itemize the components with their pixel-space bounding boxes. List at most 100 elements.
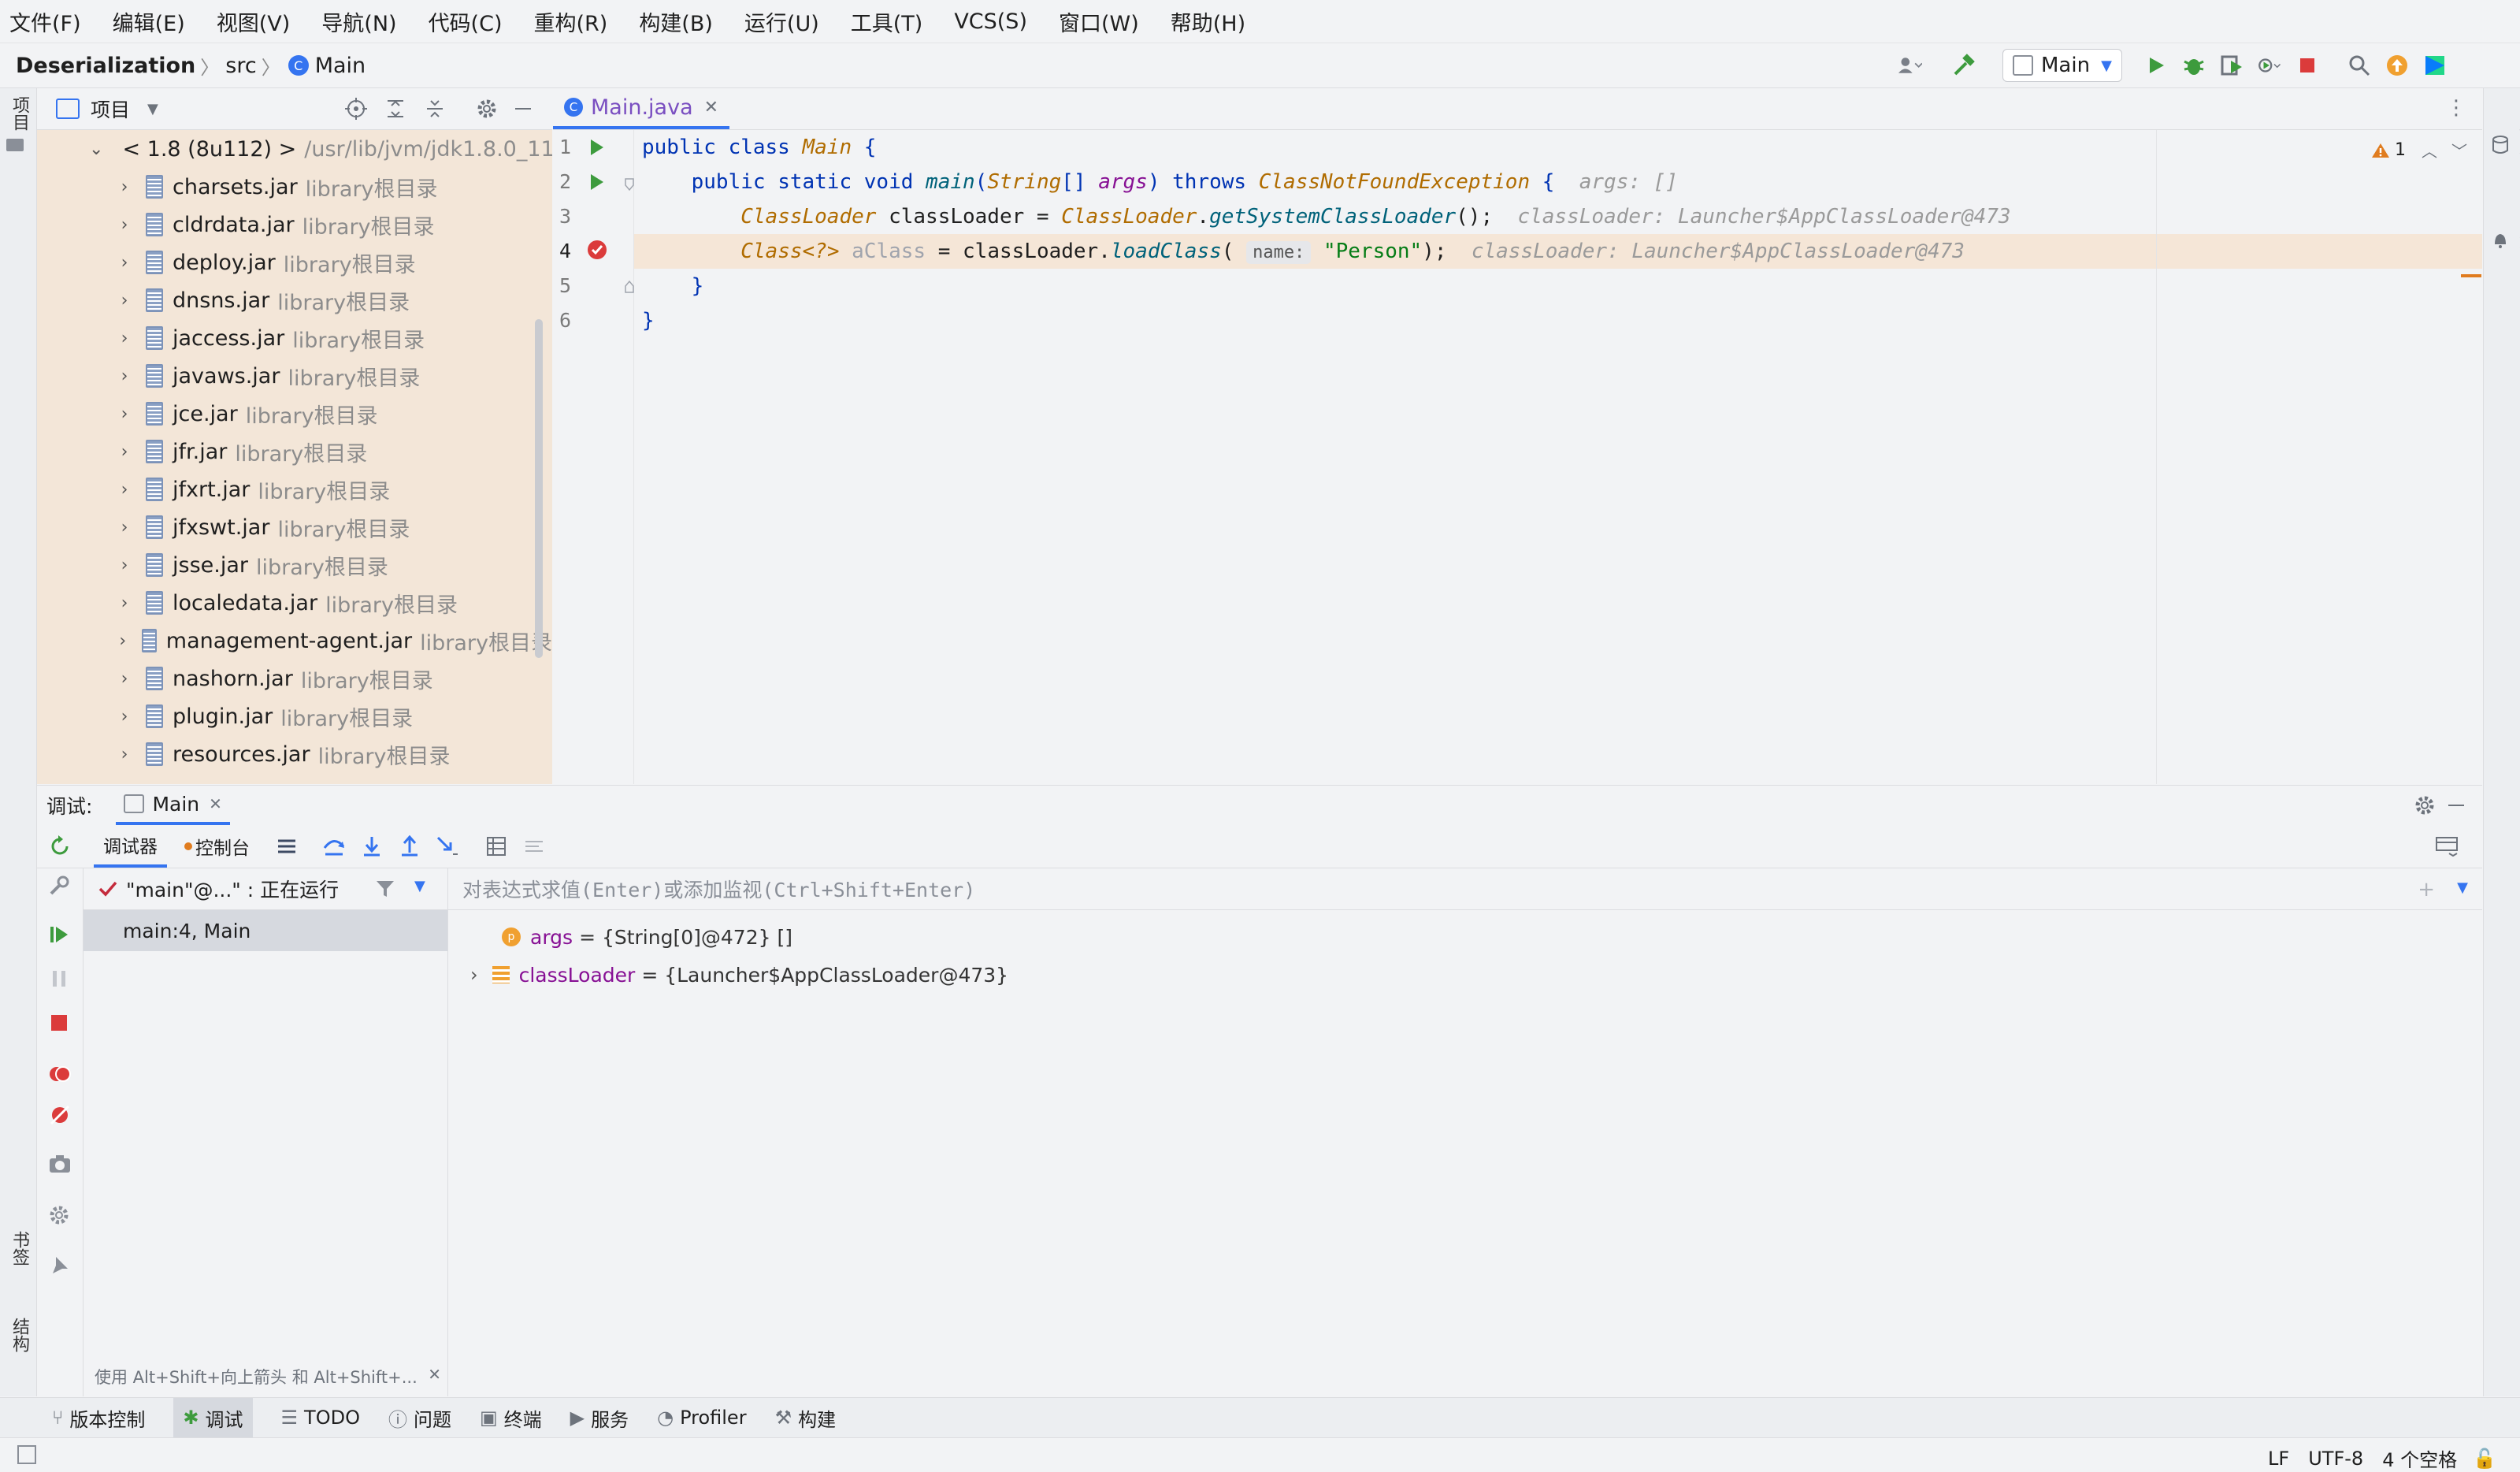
chevron-right-icon[interactable]: › — [116, 291, 133, 310]
trace-icon[interactable] — [522, 835, 546, 858]
tree-item-jar[interactable]: › localedata.jar library根目录 — [37, 584, 552, 622]
tool-database-button[interactable]: 数据库 — [2492, 102, 2520, 158]
run-icon[interactable] — [2144, 54, 2168, 77]
tree-item-jar[interactable]: › jfxswt.jar library根目录 — [37, 508, 552, 546]
add-watch-icon[interactable]: + — [2418, 878, 2435, 901]
tree-item-jar[interactable]: › jce.jar library根目录 — [37, 395, 552, 433]
stop-icon[interactable] — [48, 1012, 70, 1034]
close-icon[interactable]: ✕ — [428, 1365, 441, 1384]
run-to-cursor-icon[interactable] — [436, 835, 459, 858]
warning-stripe-marker[interactable] — [2461, 274, 2481, 277]
chevron-right-icon[interactable]: › — [116, 593, 133, 613]
tool-notifications-button[interactable]: 通知 — [2492, 214, 2520, 252]
tree-item-jdk-root[interactable]: ⌄ < 1.8 (8u112) > /usr/lib/jvm/jdk1.8.0_… — [37, 130, 552, 168]
pin-icon[interactable] — [48, 1255, 70, 1277]
step-into-icon[interactable] — [360, 835, 384, 858]
chevron-right-icon[interactable]: › — [116, 480, 133, 500]
tree-item-jar[interactable]: › cldrdata.jar library根目录 — [37, 206, 552, 243]
chevron-right-icon[interactable]: › — [116, 177, 133, 197]
chevron-right-icon[interactable]: › — [116, 669, 133, 689]
chevron-up-icon[interactable]: ︿ — [2422, 139, 2437, 162]
tab-debugger[interactable]: 调试器 — [94, 825, 167, 868]
collapse-all-icon[interactable] — [423, 97, 447, 121]
breadcrumb-file[interactable]: Main — [315, 54, 366, 78]
tool-services[interactable]: ▶ 服务 — [570, 1404, 629, 1432]
gear-icon[interactable] — [48, 1204, 72, 1228]
chevron-down-icon[interactable]: ▼ — [2457, 879, 2468, 896]
menu-refactor[interactable]: 重构(R) — [524, 6, 607, 37]
profile-icon[interactable] — [2258, 54, 2281, 77]
run-config-selector[interactable]: Main ▼ — [2002, 49, 2122, 82]
chevron-down-icon[interactable]: ▼ — [147, 101, 158, 117]
tree-item-jar[interactable]: › jsse.jar library根目录 — [37, 546, 552, 584]
tool-todo[interactable]: ☰ TODO — [281, 1407, 360, 1429]
menu-file[interactable]: 文件(F) — [0, 6, 81, 37]
menu-run[interactable]: 运行(U) — [735, 6, 819, 37]
chevron-right-icon[interactable]: › — [116, 366, 133, 386]
tool-profiler[interactable]: ◔ Profiler — [657, 1407, 746, 1429]
debug-icon[interactable] — [2182, 54, 2206, 77]
menu-window[interactable]: 窗口(W) — [1049, 6, 1139, 37]
fold-icon[interactable] — [624, 177, 635, 191]
tree-item-jar[interactable]: › dnsns.jar library根目录 — [37, 281, 552, 319]
tool-version-control[interactable]: ⑂ 版本控制 — [52, 1404, 145, 1432]
tree-item-jar[interactable]: › deploy.jar library根目录 — [37, 243, 552, 281]
stop-icon[interactable] — [2295, 54, 2319, 77]
breadcrumb-project[interactable]: Deserialization — [16, 54, 195, 78]
menu-vcs[interactable]: VCS(S) — [945, 9, 1027, 34]
breakpoint-icon[interactable] — [586, 239, 608, 261]
file-encoding[interactable]: UTF-8 — [2308, 1448, 2363, 1470]
evaluate-icon[interactable] — [484, 835, 508, 858]
chevron-right-icon[interactable]: › — [116, 745, 133, 764]
camera-icon[interactable] — [48, 1154, 72, 1174]
thread-selector[interactable]: "main"@..." : 正在运行 ▼ — [84, 868, 447, 910]
tree-item-jar[interactable]: › jaccess.jar library根目录 — [37, 319, 552, 357]
tool-terminal[interactable]: ▣ 终端 — [480, 1404, 542, 1432]
chevron-right-icon[interactable]: › — [116, 329, 133, 348]
more-options-icon[interactable]: ⋮ — [2446, 96, 2466, 120]
menu-help[interactable]: 帮助(H) — [1161, 6, 1245, 37]
chevron-right-icon[interactable]: › — [116, 253, 133, 273]
line-separator[interactable]: LF — [2268, 1448, 2289, 1470]
tree-item-jar[interactable]: › plugin.jar library根目录 — [37, 697, 552, 735]
variable-row[interactable]: › classLoader = {Launcher$AppClassLoader… — [448, 956, 2482, 994]
menu-tools[interactable]: 工具(T) — [841, 6, 923, 37]
variable-row[interactable]: p args = {String[0]@472} [] — [448, 918, 2482, 956]
tree-scrollbar[interactable] — [535, 319, 543, 658]
project-panel-title[interactable]: 项目 — [91, 95, 130, 123]
pause-icon[interactable] — [48, 968, 70, 990]
breadcrumb-folder[interactable]: src — [225, 54, 256, 78]
layout-icon[interactable] — [2435, 835, 2459, 858]
menu-lines-icon[interactable] — [275, 835, 299, 858]
menu-build[interactable]: 构建(B) — [629, 6, 713, 37]
minimize-icon[interactable] — [511, 97, 535, 121]
coverage-icon[interactable] — [2220, 54, 2244, 77]
jetbrains-logo-icon[interactable] — [2423, 54, 2447, 77]
chevron-down-icon[interactable]: ▼ — [414, 878, 425, 894]
tree-item-jar[interactable]: › jfxrt.jar library根目录 — [37, 470, 552, 508]
wrench-icon[interactable] — [48, 875, 70, 897]
chevron-down-icon[interactable]: ﹀ — [2451, 139, 2467, 162]
tree-item-jar[interactable]: › nashorn.jar library根目录 — [37, 660, 552, 697]
chevron-right-icon[interactable]: › — [116, 556, 133, 575]
tree-item-jar[interactable]: › jfr.jar library根目录 — [37, 433, 552, 470]
locate-icon[interactable] — [344, 97, 368, 121]
gear-icon[interactable] — [2413, 794, 2436, 817]
tool-build[interactable]: ⚒ 构建 — [775, 1404, 837, 1432]
gear-icon[interactable] — [475, 97, 499, 121]
menu-code[interactable]: 代码(C) — [419, 6, 503, 37]
run-gutter-icon[interactable] — [588, 138, 607, 157]
indent-setting[interactable]: 4 个空格 — [2382, 1444, 2457, 1472]
menu-navigate[interactable]: 导航(N) — [312, 6, 396, 37]
frame-item[interactable]: main:4, Main — [84, 910, 447, 951]
chevron-right-icon[interactable]: › — [116, 404, 133, 424]
chevron-right-icon[interactable]: › — [116, 215, 133, 235]
tree-item-jar[interactable]: › management-agent.jar library根目录 — [37, 622, 552, 660]
build-hammer-icon[interactable] — [1952, 54, 1976, 77]
chevron-right-icon[interactable]: › — [116, 631, 129, 651]
lock-icon[interactable]: 🔓 — [2473, 1448, 2496, 1470]
menu-edit[interactable]: 编辑(E) — [103, 6, 185, 37]
minimize-icon[interactable] — [2444, 794, 2468, 817]
close-icon[interactable]: ✕ — [704, 98, 718, 117]
search-icon[interactable] — [2347, 54, 2371, 77]
